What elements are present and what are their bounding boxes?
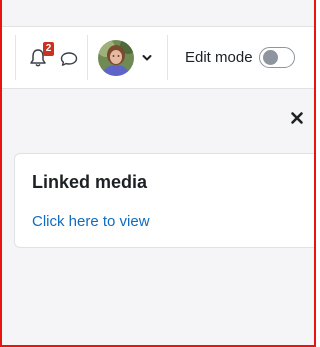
chat-bubble-icon <box>60 52 78 66</box>
page-frame: 2 Edit mode Linked media Click here to v… <box>0 0 316 347</box>
edit-mode-label: Edit mode <box>185 49 253 66</box>
navbar: 2 Edit mode <box>2 27 314 89</box>
view-media-link[interactable]: Click here to view <box>32 213 150 230</box>
messages-button[interactable] <box>59 49 79 69</box>
linked-media-block: Linked media Click here to view <box>14 153 314 248</box>
navbar-separator <box>15 35 16 80</box>
navbar-separator <box>167 35 168 80</box>
block-title: Linked media <box>32 172 148 192</box>
user-avatar <box>98 40 134 76</box>
user-menu-toggle[interactable] <box>96 39 156 77</box>
notification-count-badge: 2 <box>43 42 54 56</box>
navbar-separator <box>87 35 88 80</box>
close-drawer-button[interactable] <box>289 110 305 126</box>
edit-mode-toggle[interactable] <box>259 47 295 68</box>
toggle-knob <box>263 50 278 65</box>
chevron-down-icon <box>142 55 152 61</box>
close-icon <box>291 112 303 124</box>
